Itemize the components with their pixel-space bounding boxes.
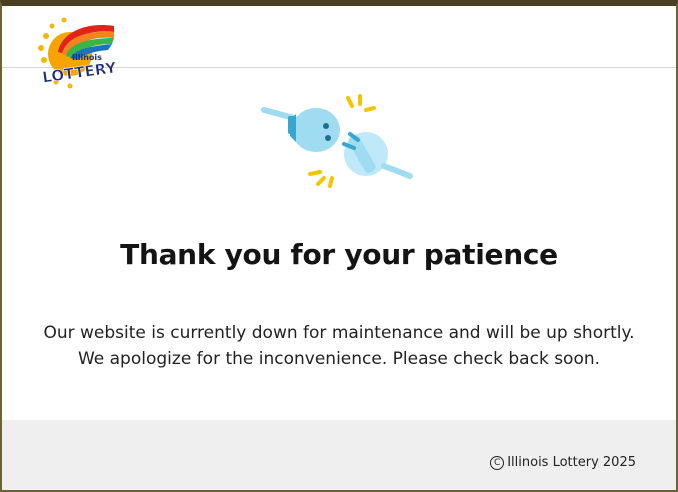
message-line-2: We apologize for the inconvenience. Plea… xyxy=(77,349,601,369)
copyright-text: Illinois Lottery 2025 xyxy=(507,455,636,470)
copyright-icon: C xyxy=(490,455,505,470)
page-title: Thank you for your patience xyxy=(120,238,558,271)
site-footer: C Illinois Lottery 2025 xyxy=(2,420,676,490)
message-line-1: Our website is currently down for mainte… xyxy=(43,323,635,343)
page-frame: Illinois LOTTERY Thank you for your pati… xyxy=(0,0,678,492)
illinois-lottery-logo[interactable]: Illinois LOTTERY xyxy=(36,16,120,90)
unplugged-plug-icon xyxy=(260,88,416,194)
maintenance-message: Our website is currently down for mainte… xyxy=(2,320,676,372)
copyright-notice: C Illinois Lottery 2025 xyxy=(490,455,636,470)
site-header: Illinois LOTTERY xyxy=(2,6,676,89)
lottery-logo-icon: Illinois LOTTERY xyxy=(38,17,119,89)
